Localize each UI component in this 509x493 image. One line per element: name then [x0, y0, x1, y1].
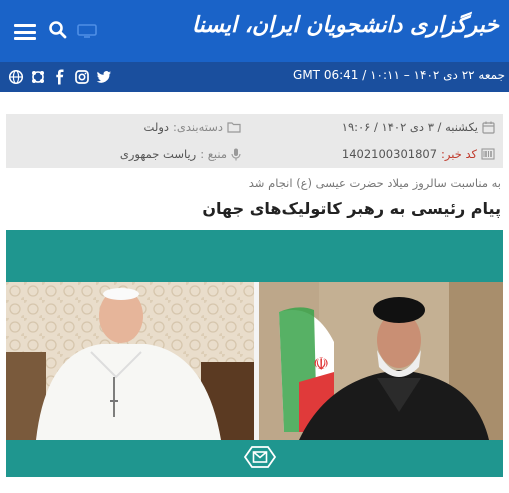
photo-right-panel: ☫ — [259, 282, 503, 440]
site-header: خبرگزاری دانشجویان ایران، ایسنا — [0, 0, 509, 62]
svg-text:☫: ☫ — [313, 354, 329, 375]
page: خبرگزاری دانشجویان ایران، ایسنا جمعه ۲۲ … — [0, 0, 509, 493]
article-photo: ☫ — [6, 230, 503, 477]
barcode-icon — [481, 148, 495, 160]
news-code-value: 1402100301807 — [341, 147, 438, 161]
source-value: ریاست جمهوری — [119, 147, 197, 161]
aparat-icon[interactable] — [30, 69, 46, 85]
calendar-icon — [482, 121, 495, 134]
menu-icon[interactable] — [14, 24, 36, 40]
top-info-bar: جمعه ۲۲ دی ۱۴۰۲ – ۱۰:۱۱ / GMT 06:41 — [0, 62, 509, 92]
search-icon[interactable] — [48, 20, 68, 40]
news-code-label: کد خبر: — [441, 147, 477, 161]
article-title: پیام رئیسی به رهبر کاتولیک‌های جهان — [202, 199, 501, 218]
source-label: منبع : — [200, 147, 227, 161]
article-lead: به مناسبت سالروز میلاد حضرت عیسی (ع) انج… — [248, 176, 501, 190]
meta-row-1: یکشنبه / ۳ دی ۱۴۰۲ / ۱۹:۰۶ دسته‌بندی: دو… — [6, 114, 503, 141]
tv-icon[interactable] — [77, 24, 97, 38]
photo-left-panel — [6, 282, 254, 440]
category-link[interactable]: دولت — [144, 120, 169, 134]
instagram-icon[interactable] — [74, 69, 90, 85]
source: منبع : ریاست جمهوری — [120, 147, 241, 161]
social-links — [8, 69, 112, 85]
pope-photo — [6, 282, 254, 440]
article-meta: یکشنبه / ۳ دی ۱۴۰۲ / ۱۹:۰۶ دسته‌بندی: دو… — [6, 114, 503, 168]
globe-icon[interactable] — [8, 69, 24, 85]
meta-row-2: کد خبر: 1402100301807 منبع : ریاست جمهور… — [6, 141, 503, 168]
site-logo[interactable]: خبرگزاری دانشجویان ایران، ایسنا — [192, 12, 499, 38]
publish-date-text: یکشنبه / ۳ دی ۱۴۰۲ / ۱۹:۰۶ — [341, 120, 478, 134]
current-datetime: جمعه ۲۲ دی ۱۴۰۲ – ۱۰:۱۱ / GMT 06:41 — [293, 68, 505, 82]
category: دسته‌بندی: دولت — [144, 120, 241, 134]
folder-icon — [227, 122, 241, 133]
publish-date: یکشنبه / ۳ دی ۱۴۰۲ / ۱۹:۰۶ — [342, 120, 495, 134]
president-photo: ☫ — [259, 282, 503, 440]
news-code: کد خبر: 1402100301807 — [342, 147, 495, 161]
twitter-icon[interactable] — [96, 69, 112, 85]
category-label: دسته‌بندی: — [173, 120, 223, 134]
newsletter-icon[interactable] — [243, 444, 277, 470]
facebook-icon[interactable] — [52, 69, 68, 85]
microphone-icon — [231, 148, 241, 160]
